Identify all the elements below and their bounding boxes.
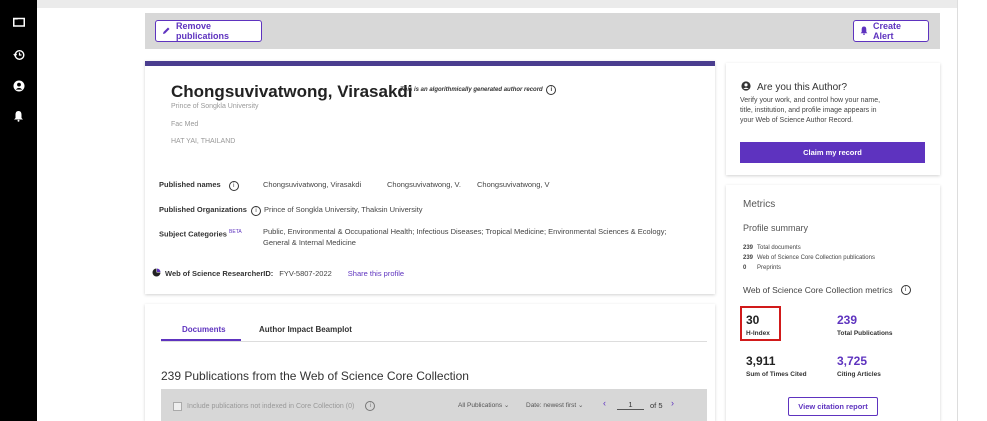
core-metrics-heading: Web of Science Core Collection metrics [743, 285, 893, 295]
summary-count: 239 [743, 255, 754, 261]
web-of-science-logo-icon [152, 264, 161, 282]
researcher-id-row: Web of Science ResearcherID: FYV-5807-20… [152, 264, 404, 282]
user-icon [741, 78, 751, 96]
share-profile-link[interactable]: Share this profile [348, 269, 404, 278]
summary-item: 239 Web of Science Core Collection public… [743, 253, 875, 263]
published-orgs-label: Published Organizations i [159, 205, 262, 216]
include-non-indexed-label: Include publications not indexed in Core… [187, 402, 355, 410]
summary-label: Total documents [757, 245, 801, 251]
researcher-id-label: Web of Science ResearcherID: [165, 268, 274, 278]
profile-summary-heading: Profile summary [743, 223, 809, 233]
summary-item: 0 Preprints [743, 263, 875, 273]
folder-icon[interactable] [11, 14, 26, 29]
previous-page-icon[interactable]: ‹ [603, 398, 606, 408]
h-index-label: H-Index [746, 330, 770, 337]
claim-description-line-1: Verify your work, and control how your n… [740, 97, 881, 104]
left-sidebar [0, 0, 37, 421]
bell-icon[interactable] [11, 108, 26, 123]
claim-description-line-3: your Web of Science Author Record. [740, 117, 854, 124]
info-icon[interactable]: i [900, 285, 911, 295]
view-citation-report-button[interactable]: View citation report [788, 397, 878, 416]
sort-value: Date: newest first [526, 402, 577, 409]
times-cited-label: Sum of Times Cited [746, 371, 807, 378]
next-page-icon[interactable]: › [671, 398, 674, 408]
claim-record-button[interactable]: Claim my record [740, 142, 925, 163]
claim-title-row: Are you this Author? [741, 78, 847, 96]
published-name-2: Chongsuvivatwong, V. [387, 180, 461, 189]
claim-author-card: Are you this Author? Verify your work, a… [726, 63, 940, 175]
chevron-down-icon: ⌄ [578, 402, 584, 409]
author-location: HAT YAI, THAILAND [171, 138, 236, 145]
author-card-accent-bar [145, 61, 715, 66]
citing-articles-value[interactable]: 3,725 [837, 354, 867, 368]
right-gutter [957, 0, 987, 421]
published-names-label-text: Published names [159, 180, 221, 189]
summary-label: Web of Science Core Collection publicati… [757, 255, 875, 261]
tab-documents[interactable]: Documents [182, 325, 226, 334]
publication-filter-dropdown[interactable]: All Publications ⌄ [458, 401, 509, 409]
info-icon[interactable]: i [546, 85, 557, 95]
published-orgs-value: Prince of Songkla University, Thaksin Un… [264, 205, 423, 214]
core-metrics-heading-row: Web of Science Core Collection metrics i [743, 285, 911, 295]
info-icon[interactable]: i [251, 206, 262, 216]
total-publications-label: Total Publications [837, 330, 893, 337]
metrics-card: Metrics Profile summary 239 Total documen… [726, 185, 940, 421]
chevron-down-icon: ⌄ [503, 402, 510, 409]
metrics-title: Metrics [743, 199, 776, 210]
subject-categories-line-2: General & Internal Medicine [263, 238, 356, 247]
summary-count: 239 [743, 245, 754, 251]
publications-toolbar: Include publications not indexed in Core… [161, 389, 707, 421]
include-non-indexed-row: Include publications not indexed in Core… [173, 401, 376, 411]
tab-author-impact-beamplot[interactable]: Author Impact Beamplot [259, 325, 352, 334]
author-institution: Prince of Songkla University [171, 103, 259, 110]
user-icon[interactable] [11, 78, 26, 93]
researcher-id-value: FYV-5807-2022 [279, 268, 332, 278]
author-department: Fac Med [171, 121, 199, 128]
page-number-input[interactable]: 1 [617, 400, 644, 410]
publication-filter-value: All Publications [458, 402, 503, 409]
include-non-indexed-checkbox[interactable] [173, 401, 182, 411]
citing-articles-label: Citing Articles [837, 371, 881, 378]
remove-publications-button[interactable]: Remove publications [155, 20, 262, 42]
subject-categories-label: Subject Categories BETA [159, 229, 242, 239]
subject-categories-label-text: Subject Categories [159, 229, 227, 239]
summary-label: Preprints [757, 265, 782, 271]
publications-heading: 239 Publications from the Web of Science… [161, 369, 469, 383]
bell-icon [860, 26, 868, 37]
published-orgs-label-text: Published Organizations [159, 205, 247, 214]
published-name-1: Chongsuvivatwong, Virasakdi [263, 180, 362, 189]
claim-title: Are you this Author? [757, 81, 848, 93]
total-publications-value[interactable]: 239 [837, 313, 857, 327]
author-name: Chongsuvivatwong, Virasakdi [171, 82, 413, 101]
sort-dropdown[interactable]: Date: newest first ⌄ [526, 401, 583, 409]
action-bar: Remove publications Create Alert [145, 13, 940, 49]
page-count: of 5 [650, 401, 663, 410]
summary-count: 0 [743, 265, 747, 271]
times-cited-value: 3,911 [746, 354, 776, 368]
published-names-label: Published names i [159, 180, 239, 191]
algorithmic-record-note: This is an algorithmically generated aut… [400, 85, 557, 95]
remove-publications-label: Remove publications [176, 21, 230, 41]
profile-summary-list: 239 Total documents 239 Web of Science Cor… [743, 243, 875, 273]
info-icon[interactable]: i [228, 181, 239, 191]
beta-badge: BETA [229, 229, 242, 235]
summary-item: 239 Total documents [743, 243, 875, 253]
subject-categories-line-1: Public, Environmental & Occupational Hea… [263, 227, 667, 236]
claim-description-line-2: title, institution, and profile image ap… [740, 107, 877, 114]
info-icon[interactable]: i [365, 401, 376, 411]
algo-note-text: This is an algorithmically generated aut… [400, 87, 543, 93]
h-index-value: 30 [746, 313, 760, 327]
tabs-divider [161, 341, 707, 342]
pencil-icon [162, 26, 171, 37]
create-alert-label: Create Alert [873, 21, 902, 41]
history-icon[interactable] [11, 47, 26, 62]
create-alert-button[interactable]: Create Alert [853, 20, 929, 42]
claim-description: Verify your work, and control how your n… [740, 96, 880, 126]
published-name-3: Chongsuvivatwong, V [477, 180, 550, 189]
